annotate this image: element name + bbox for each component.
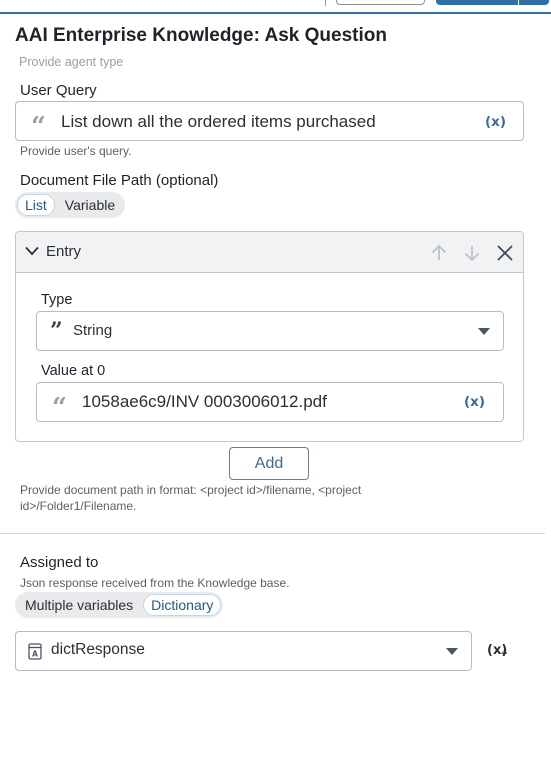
user-query-value[interactable]: List down all the ordered items purchase… [61, 112, 376, 132]
caret-down-icon [446, 648, 458, 655]
entry-header[interactable]: Entry [16, 232, 523, 273]
header-rule [0, 12, 551, 14]
entry-type-select[interactable]: ” String [36, 311, 504, 351]
arrow-down-icon[interactable] [462, 243, 482, 263]
entry-value-label: Value at 0 [41, 363, 106, 379]
section-divider [0, 533, 545, 534]
document-path-hint: Provide document path in format: <projec… [20, 483, 362, 513]
toolbar-secondary-button[interactable] [336, 0, 425, 5]
entry-title: Entry [46, 243, 82, 260]
add-variable-icon[interactable]: (x) + [487, 641, 508, 660]
user-query-variable-button[interactable]: (x) [485, 114, 506, 130]
entry-type-value: String [73, 322, 113, 339]
toggle-option-dictionary[interactable]: Dictionary [143, 594, 222, 616]
entry-value-input[interactable]: “ 1058ae6c9/INV 0003006012.pdf (x) [36, 382, 504, 422]
assigned-to-hint: Json response received from the Knowledg… [20, 576, 290, 590]
toolbar-primary-button[interactable] [436, 0, 518, 5]
entry-value[interactable]: 1058ae6c9/INV 0003006012.pdf [82, 392, 327, 412]
toggle-option-list[interactable]: List [17, 194, 55, 216]
plus-icon: + [501, 648, 508, 660]
agent-type-hint: Provide agent type [19, 55, 124, 69]
arrow-up-icon[interactable] [429, 243, 449, 263]
toggle-option-multiple-variables[interactable]: Multiple variables [17, 594, 141, 616]
toolbar-primary-dropdown-button[interactable] [519, 0, 549, 5]
svg-text:A: A [32, 650, 38, 659]
close-icon[interactable] [494, 242, 516, 264]
caret-down-icon [478, 328, 490, 335]
document-path-mode-toggle: List Variable [15, 192, 126, 218]
assigned-variable-select[interactable]: A dictResponse [15, 631, 472, 671]
page-title: AAI Enterprise Knowledge: Ask Question [15, 25, 387, 46]
add-entry-button[interactable]: Add [229, 447, 309, 480]
quote-icon: “ [31, 112, 46, 142]
quote-icon: “ [52, 393, 67, 423]
entry-card: Entry Type ” String Value at 0 “ 1058ae6… [15, 231, 524, 442]
assigned-to-mode-toggle: Multiple variables Dictionary [15, 592, 224, 618]
dictionary-variable-icon: A [28, 643, 42, 660]
user-query-input[interactable]: “ List down all the ordered items purcha… [15, 101, 524, 141]
toolbar-separator [325, 0, 326, 6]
string-type-icon: ” [50, 318, 63, 344]
entry-value-variable-button[interactable]: (x) [464, 394, 485, 410]
user-query-hint: Provide user's query. [20, 144, 132, 158]
entry-type-label: Type [41, 292, 73, 308]
document-path-label: Document File Path (optional) [20, 172, 219, 189]
assigned-to-label: Assigned to [20, 554, 99, 571]
chevron-down-icon[interactable] [25, 246, 39, 256]
user-query-label: User Query [20, 82, 97, 99]
toggle-option-variable[interactable]: Variable [57, 194, 123, 216]
assigned-variable-value: dictResponse [51, 641, 145, 658]
